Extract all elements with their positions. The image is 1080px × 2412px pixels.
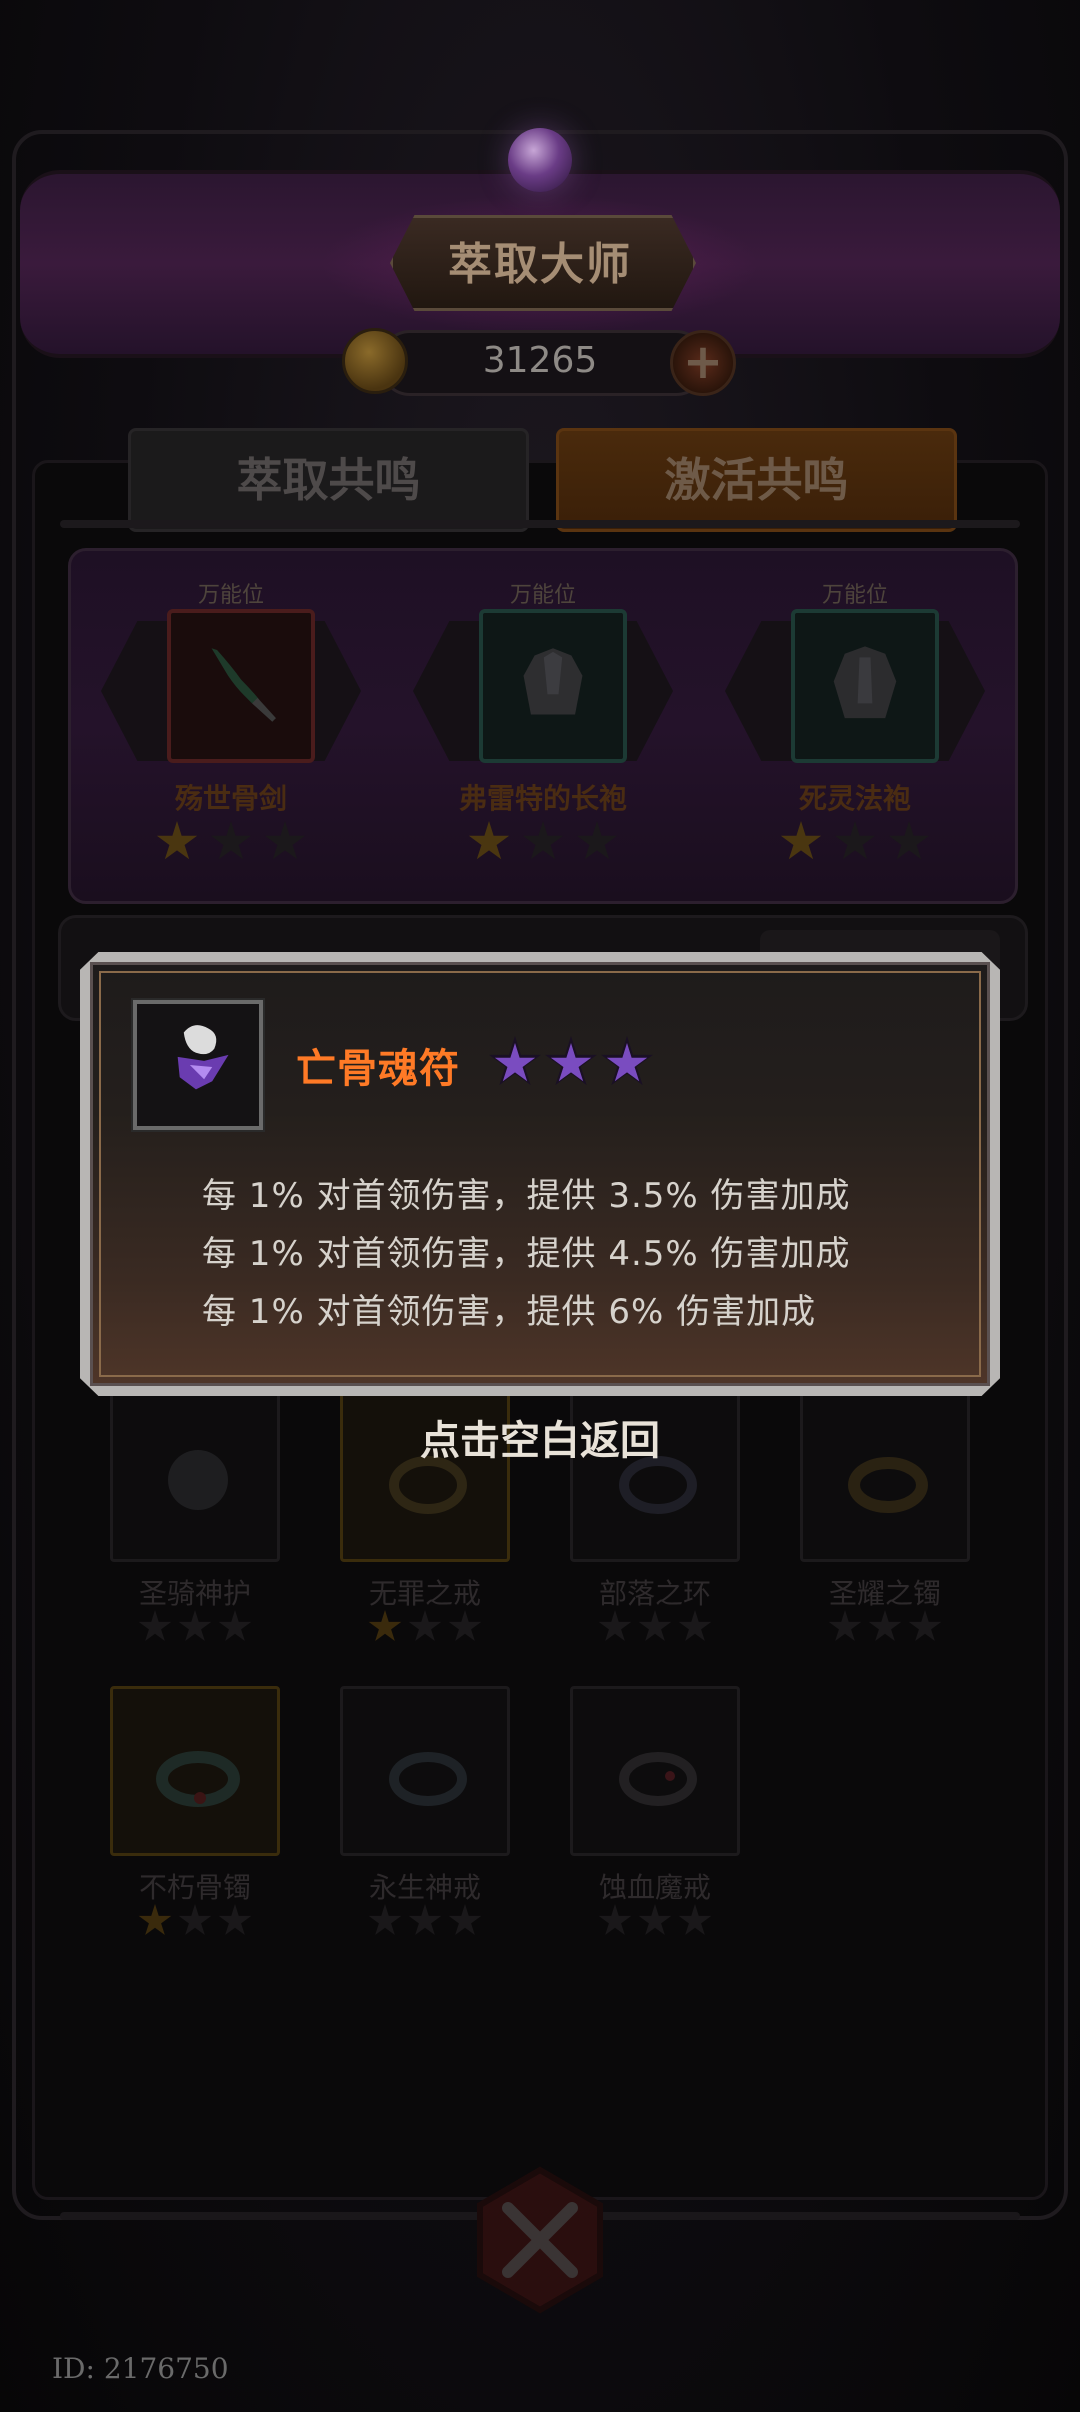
item-card[interactable]: 蚀血魔戒 [570,1686,740,1936]
star-icon [264,821,306,860]
star-icon [544,1036,598,1090]
star-icon [178,1904,212,1935]
star-icon [834,821,876,860]
tab-extract-resonance[interactable]: 萃取共鸣 [128,428,529,532]
star-icon [178,1610,212,1641]
user-id: ID: 2176750 [52,2352,229,2385]
item-name: 圣骑神护 [138,1577,251,1610]
item-frame [340,1686,510,1856]
slot-frame [791,609,939,763]
equip-slot-2[interactable]: 万能位 弗雷特的长袍 [393,551,693,891]
slot-caption: 万能位 [509,583,576,608]
star-icon [218,1610,252,1641]
star-icon [868,1610,902,1641]
effect-line-3: 每 1% 对首领伤害，提供 6% 伤害加成 [202,1292,817,1332]
item-stars [110,1904,280,1942]
necro-robe-icon [833,646,897,719]
slot-frame [479,609,627,763]
gold-coin-icon [342,328,408,394]
item-name: 蚀血魔戒 [598,1871,711,1904]
close-emblem-icon[interactable] [460,2160,620,2320]
item-name: 圣耀之镯 [828,1577,941,1610]
robe-icon [523,648,583,715]
star-icon [908,1610,942,1641]
equip-slot-3[interactable]: 万能位 死灵法袍 [705,551,1005,891]
slot-caption: 万能位 [821,583,888,608]
add-currency-button[interactable]: + [670,330,736,396]
item-stars [570,1610,740,1648]
star-icon [138,1904,172,1935]
item-card[interactable]: 不朽骨镯 [110,1686,280,1936]
slot-frame [167,609,315,763]
slot-stars [81,821,381,867]
effect-line-1: 每 1% 对首领伤害，提供 3.5% 伤害加成 [202,1176,851,1216]
game-screen: 萃取大师 31265 + 萃取共鸣 激活共鸣 万能位 殇世骨剑 万能位 弗雷特的… [0,0,1080,2412]
star-icon [448,1610,482,1641]
ring-icon [619,1752,697,1806]
star-icon [368,1610,402,1641]
star-icon [156,821,198,860]
star-icon [138,1610,172,1641]
star-icon [678,1610,712,1641]
tab-activate-resonance[interactable]: 激活共鸣 [556,428,957,532]
item-stars [340,1610,510,1648]
star-icon [408,1610,442,1641]
page-title: 萃取大师 [448,239,632,290]
star-icon [408,1904,442,1935]
effect-line-2: 每 1% 对首领伤害，提供 4.5% 伤害加成 [202,1234,851,1274]
item-stars [110,1610,280,1648]
popup-item-name: 亡骨魂符 [296,1046,460,1092]
item-stars [570,1904,740,1942]
star-icon [576,821,618,860]
popup-item-stars [488,1036,656,1094]
slot-item-name: 死灵法袍 [798,782,911,815]
slot-stars [393,821,693,867]
item-name: 无罪之戒 [368,1577,481,1610]
item-stars [340,1904,510,1942]
star-icon [828,1610,862,1641]
star-icon [600,1036,654,1090]
star-icon [488,1036,542,1090]
star-icon [368,1904,402,1935]
item-stars [800,1610,970,1648]
currency-value: 31265 [482,340,598,381]
slot-caption: 万能位 [197,583,264,608]
item-frame [110,1686,280,1856]
star-icon [598,1610,632,1641]
star-icon [522,821,564,860]
plus-icon: + [682,334,724,390]
star-icon [468,821,510,860]
bone-sword-icon [211,648,276,722]
tab-divider [60,520,1020,528]
star-icon [448,1904,482,1935]
item-name: 永生神戒 [368,1871,481,1904]
item-name: 不朽骨镯 [138,1871,251,1904]
bracelet-icon [156,1751,240,1807]
star-icon [218,1904,252,1935]
purple-orb-icon [508,128,572,192]
equipped-slots-panel: 万能位 殇世骨剑 万能位 弗雷特的长袍 万能位 死灵法袍 [68,548,1018,904]
slot-stars [705,821,1005,867]
bone-soul-talisman-icon [177,1025,229,1090]
ring-icon [389,1752,467,1806]
star-icon [210,821,252,860]
star-icon [780,821,822,860]
star-icon [638,1904,672,1935]
tap-to-return-hint[interactable]: 点击空白返回 [0,1408,1080,1466]
item-name: 部落之环 [598,1577,711,1610]
equip-slot-1[interactable]: 万能位 殇世骨剑 [81,551,381,891]
popup-item-frame [131,998,265,1132]
slot-item-name: 弗雷特的长袍 [458,782,627,815]
item-frame [570,1686,740,1856]
star-icon [638,1610,672,1641]
star-icon [678,1904,712,1935]
item-card[interactable]: 永生神戒 [340,1686,510,1936]
star-icon [888,821,930,860]
star-icon [598,1904,632,1935]
slot-item-name: 殇世骨剑 [174,782,287,815]
